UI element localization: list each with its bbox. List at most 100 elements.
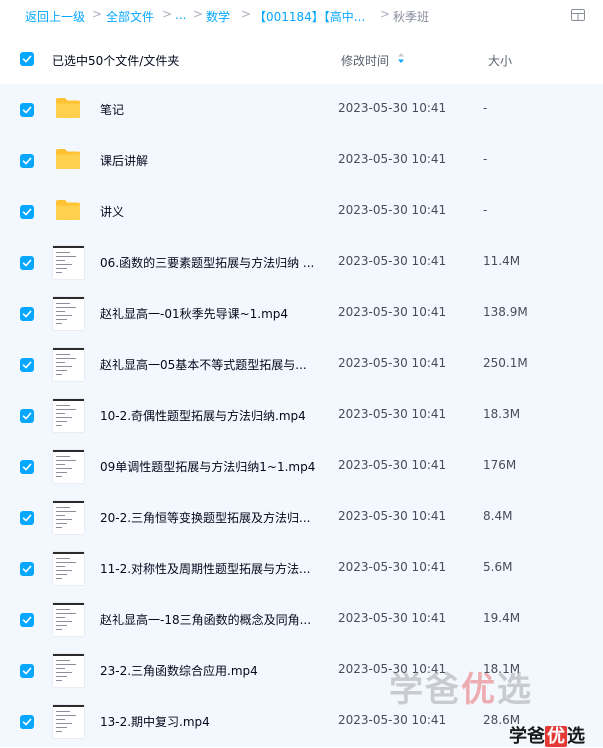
row-checkbox[interactable] [20,205,34,219]
check-icon [22,157,32,165]
size-column[interactable]: 大小 [488,52,512,69]
sort-desc-icon[interactable] [397,53,405,63]
file-modified-time: 2023-05-30 10:41 [338,509,447,523]
file-size: - [483,203,488,217]
row-checkbox[interactable] [20,613,34,627]
modified-time-column[interactable]: 修改时间 [341,52,389,69]
check-icon [22,667,32,675]
file-row[interactable]: 赵礼显高一-18三角函数的概念及同角... 2023-05-30 10:41 19.… [0,594,603,645]
file-row[interactable]: 赵礼显高一05基本不等式题型拓展与... 2023-05-30 10:41 250.… [0,339,603,390]
file-size: 18.3M [483,407,521,421]
file-name[interactable]: 09单调性题型拓展与方法归纳1~1.mp4 [100,458,315,475]
file-size: 250.1M [483,356,528,370]
row-checkbox[interactable] [20,460,34,474]
file-row[interactable]: 06.函数的三要素题型拓展与方法归纳 ... 2023-05-30 10:41 11… [0,237,603,288]
breadcrumb-ellipsis[interactable]: ... [175,8,186,22]
check-icon [22,106,32,114]
file-name[interactable]: 赵礼显高一-01秋季先导课~1.mp4 [100,305,288,322]
file-name[interactable]: 06.函数的三要素题型拓展与方法归纳 ... [100,254,314,271]
breadcrumb-separator: > [380,7,391,21]
file-name[interactable]: 10-2.奇偶性题型拓展与方法归纳.mp4 [100,407,306,424]
video-thumbnail-icon [53,246,84,279]
file-row[interactable]: 笔记 2023-05-30 10:41 - [0,84,603,135]
file-size: 8.4M [483,509,513,523]
row-checkbox[interactable] [20,103,34,117]
selection-count: 已选中50个文件/文件夹 [52,54,180,68]
video-thumbnail-icon [53,399,84,432]
file-row[interactable]: 10-2.奇偶性题型拓展与方法归纳.mp4 2023-05-30 10:41 18.… [0,390,603,441]
row-checkbox[interactable] [20,562,34,576]
check-icon [22,463,32,471]
select-all-checkbox[interactable] [20,52,34,66]
check-icon [22,412,32,420]
video-thumbnail-icon [53,603,84,636]
row-checkbox[interactable] [20,154,34,168]
file-row[interactable]: 11-2.对称性及周期性题型拓展与方法... 2023-05-30 10:41 5.… [0,543,603,594]
video-thumbnail-icon [53,654,84,687]
folder-icon [56,98,80,118]
file-row[interactable]: 课后讲解 2023-05-30 10:41 - [0,135,603,186]
file-name[interactable]: 课后讲解 [100,152,148,169]
row-checkbox[interactable] [20,511,34,525]
file-row[interactable]: 20-2.三角恒等变换题型拓展及方法归... 2023-05-30 10:41 8.… [0,492,603,543]
video-thumbnail-icon [53,348,84,381]
file-row[interactable]: 赵礼显高一-01秋季先导课~1.mp4 2023-05-30 10:41 138.9… [0,288,603,339]
file-size: - [483,101,488,115]
course-folder-link[interactable]: 【001184】【高中... [254,8,365,25]
row-checkbox[interactable] [20,409,34,423]
folder-icon [56,200,80,220]
file-size: 138.9M [483,305,528,319]
math-folder-link[interactable]: 数学 [206,8,230,25]
row-checkbox[interactable] [20,358,34,372]
check-icon [22,565,32,573]
folder-icon [56,149,80,169]
file-modified-time: 2023-05-30 10:41 [338,254,447,268]
row-checkbox[interactable] [20,256,34,270]
file-size: 19.4M [483,611,521,625]
file-size: - [483,152,488,166]
breadcrumb-separator: > [162,7,173,21]
row-checkbox[interactable] [20,307,34,321]
file-name[interactable]: 笔记 [100,101,124,118]
all-files-link[interactable]: 全部文件 [106,8,154,25]
file-modified-time: 2023-05-30 10:41 [338,611,447,625]
file-name[interactable]: 赵礼显高一05基本不等式题型拓展与... [100,356,307,373]
file-modified-time: 2023-05-30 10:41 [338,356,447,370]
video-thumbnail-icon [53,450,84,483]
breadcrumb-separator: > [92,7,103,21]
back-link[interactable]: 返回上一级 [25,8,85,25]
video-thumbnail-icon [53,552,84,585]
file-size: 176M [483,458,517,472]
breadcrumb: 返回上一级 > 全部文件 > ... > 数学 > 【001184】【高中...… [0,0,603,32]
grid-view-icon[interactable] [571,9,585,21]
file-name[interactable]: 赵礼显高一-18三角函数的概念及同角... [100,611,311,628]
file-row[interactable]: 09单调性题型拓展与方法归纳1~1.mp4 2023-05-30 10:41 176… [0,441,603,492]
check-icon [22,514,32,522]
file-name[interactable]: 20-2.三角恒等变换题型拓展及方法归... [100,509,311,526]
file-modified-time: 2023-05-30 10:41 [338,560,447,574]
breadcrumb-separator: > [241,7,252,21]
check-icon [22,259,32,267]
file-modified-time: 2023-05-30 10:41 [338,101,447,115]
row-checkbox[interactable] [20,664,34,678]
watermark-logo: 学爸优选 [389,670,533,710]
file-modified-time: 2023-05-30 10:41 [338,152,447,166]
file-size: 11.4M [483,254,521,268]
row-checkbox[interactable] [20,715,34,729]
file-name[interactable]: 11-2.对称性及周期性题型拓展与方法... [100,560,311,577]
watermark-badge: 学爸优选 [509,726,585,747]
file-modified-time: 2023-05-30 10:41 [338,305,447,319]
file-name[interactable]: 讲义 [100,203,124,220]
file-modified-time: 2023-05-30 10:41 [338,407,447,421]
file-list: 笔记 2023-05-30 10:41 - 课后讲解 2023-05-30 10:41 -… [0,84,603,748]
file-row[interactable]: 讲义 2023-05-30 10:41 - [0,186,603,237]
check-icon [22,55,32,63]
file-list-header: 已选中50个文件/文件夹 修改时间 大小 [0,40,603,78]
file-name[interactable]: 13-2.期中复习.mp4 [100,713,210,730]
file-name[interactable]: 23-2.三角函数综合应用.mp4 [100,662,258,679]
video-thumbnail-icon [53,297,84,330]
check-icon [22,616,32,624]
file-modified-time: 2023-05-30 10:41 [338,203,447,217]
check-icon [22,361,32,369]
check-icon [22,208,32,216]
